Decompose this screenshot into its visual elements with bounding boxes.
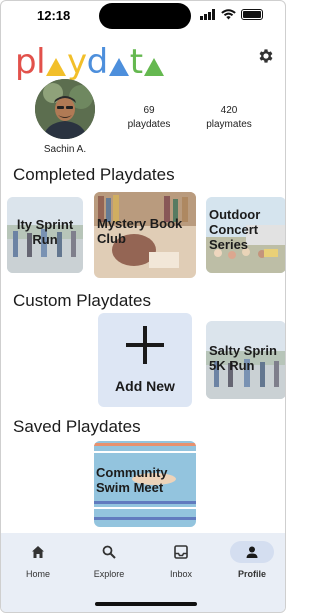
card-label-concert: Outdoor Concert Series [209,207,261,252]
nav-explore[interactable]: Explore [84,541,134,579]
status-bar: 12:18 [1,1,285,31]
completed-card-concert[interactable]: Outdoor Concert Series [206,197,285,273]
nav-profile[interactable]: Profile [227,541,277,579]
nav-home[interactable]: Home [13,541,63,579]
home-icon [16,541,60,563]
stat-playdates-value: 69 [143,105,155,116]
gear-icon[interactable] [257,47,275,65]
dynamic-island [99,3,191,29]
search-icon [87,541,131,563]
inbox-icon [159,541,203,563]
logo-letter-d: d [86,42,109,82]
nav-home-label: Home [25,569,50,579]
logo-letter-l: l [36,42,46,82]
home-indicator [95,602,197,606]
logo-triangle-e [143,58,164,76]
nav-inbox-label: Inbox [169,569,193,579]
nav-explore-label: Explore [93,569,125,579]
stat-playmates: 420 playmates [194,104,264,132]
card-label-sprint: lty Sprint Run [16,217,74,247]
custom-card-5k-run[interactable]: Salty Sprin 5K Run [206,321,285,399]
phone-screen: 12:18 p l y d t Sachin A. 69 playdates 4… [0,0,286,613]
bottom-nav: Home Explore Inbox Profile [1,533,285,612]
completed-card-sprint[interactable]: lty Sprint Run [7,197,83,273]
plus-icon [126,326,164,364]
saved-card-swim-meet[interactable]: Community Swim Meet [94,441,196,527]
logo-letter-p: p [15,42,37,82]
status-time: 12:18 [37,8,71,23]
avatar[interactable] [35,79,95,139]
wifi-icon [221,9,236,20]
nav-inbox[interactable]: Inbox [156,541,206,579]
battery-icon [241,9,263,20]
add-new-label: Add New [115,378,175,394]
card-label-book-club: Mystery Book Club [97,216,183,246]
playdate-logo: p l y d t [15,39,165,79]
person-icon [230,541,274,563]
logo-triangle-a2 [108,58,129,76]
signal-icon [200,9,215,20]
profile-name: Sachin A. [43,144,87,155]
card-label-swim-meet: Community Swim Meet [96,465,168,495]
logo-letter-y: y [67,42,87,82]
stat-playdates: 69 playdates [114,104,184,132]
stat-playmates-label: playmates [206,119,252,130]
nav-profile-label: Profile [237,569,266,579]
stat-playmates-value: 420 [220,105,238,116]
add-new-button[interactable]: Add New [98,313,192,407]
stat-playdates-label: playdates [127,119,171,130]
avatar-photo [35,79,95,139]
completed-section-title: Completed Playdates [13,165,175,184]
status-icons [200,9,263,20]
custom-section-title: Custom Playdates [13,291,151,310]
logo-letter-t: t [129,42,143,82]
logo-triangle-a [46,58,67,76]
card-label-5k-run: Salty Sprin 5K Run [209,343,277,373]
saved-section-title: Saved Playdates [13,417,141,436]
completed-card-book-club[interactable]: Mystery Book Club [94,192,196,278]
